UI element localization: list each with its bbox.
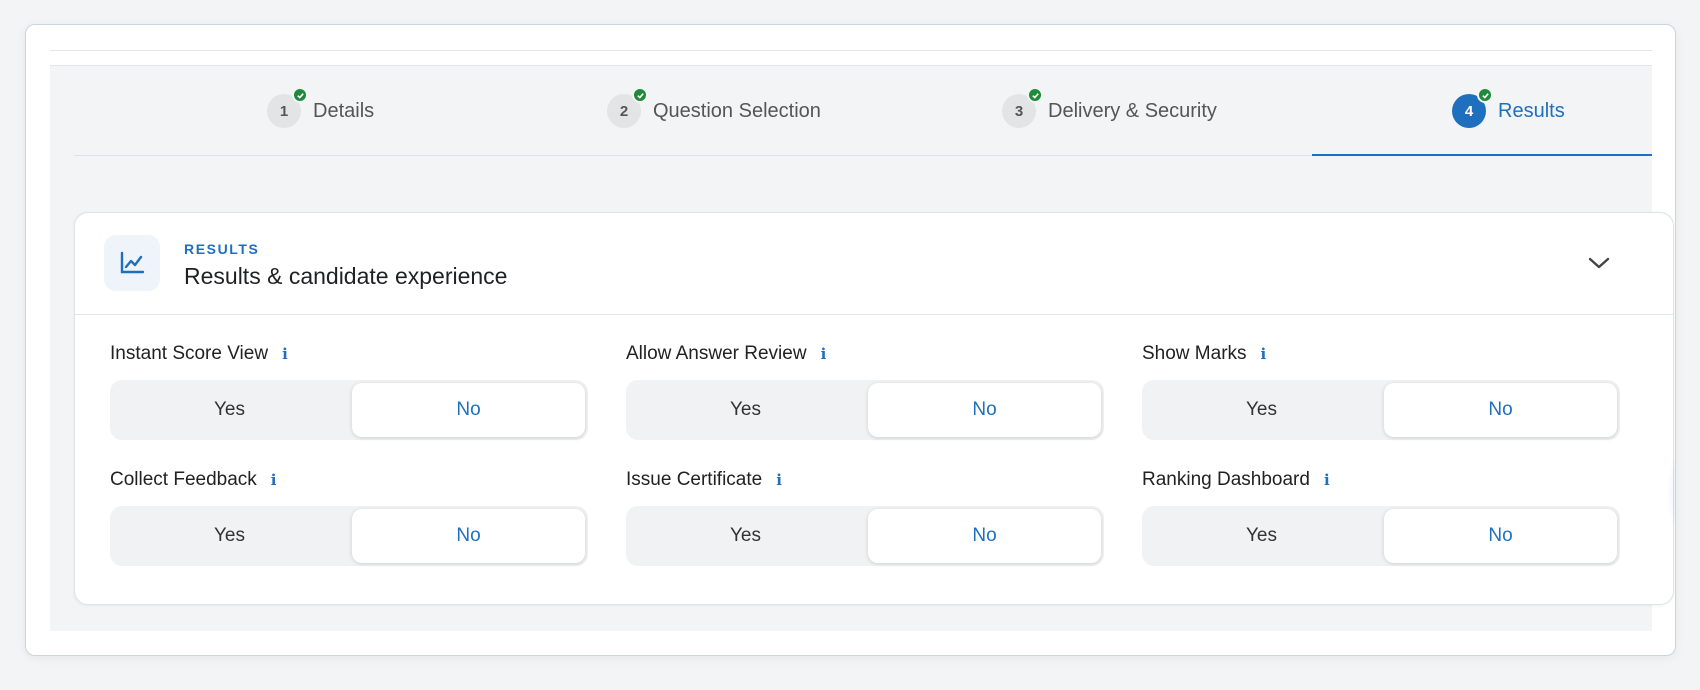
stepper: 1 Details 2 Question Selection 3 Deliver… <box>74 66 1652 156</box>
field-collect-feedback: Collect Feedback i Yes No <box>110 467 588 566</box>
wizard-card: 1 Details 2 Question Selection 3 Deliver… <box>25 24 1676 656</box>
yes-no-toggle: Yes No <box>110 506 588 566</box>
step-details[interactable]: 1 Details <box>267 66 374 156</box>
field-ranking-dashboard: Ranking Dashboard i Yes No <box>1142 467 1620 566</box>
field-label: Instant Score View <box>110 343 269 364</box>
check-icon <box>1477 87 1493 103</box>
option-no[interactable]: No <box>1384 509 1617 563</box>
step-label: Results <box>1498 99 1565 122</box>
yes-no-toggle: Yes No <box>1142 380 1620 440</box>
info-icon[interactable]: i <box>821 345 827 363</box>
field-label: Issue Certificate <box>626 469 763 490</box>
step-label: Question Selection <box>653 99 821 122</box>
option-yes[interactable]: Yes <box>629 383 862 437</box>
field-label: Ranking Dashboard <box>1142 469 1310 490</box>
step-delivery-security[interactable]: 3 Delivery & Security <box>1002 66 1217 156</box>
option-yes[interactable]: Yes <box>113 509 346 563</box>
line-chart-icon <box>104 235 160 291</box>
field-allow-answer-review: Allow Answer Review i Yes No <box>626 341 1104 440</box>
results-section: RESULTS Results & candidate experience I… <box>74 212 1674 605</box>
option-no[interactable]: No <box>1384 383 1617 437</box>
yes-no-toggle: Yes No <box>1142 506 1620 566</box>
scroll-edge-glow <box>1666 438 1675 548</box>
step-number: 1 <box>267 87 308 128</box>
field-label: Allow Answer Review <box>626 343 807 364</box>
yes-no-toggle: Yes No <box>626 380 1104 440</box>
step-label: Details <box>313 99 375 122</box>
section-title: Results & candidate experience <box>184 263 508 289</box>
info-icon[interactable]: i <box>776 471 782 489</box>
field-issue-certificate: Issue Certificate i Yes No <box>626 467 1104 566</box>
check-icon <box>1027 87 1043 103</box>
option-no[interactable]: No <box>352 383 585 437</box>
section-header[interactable]: RESULTS Results & candidate experience <box>75 213 1673 315</box>
step-results[interactable]: 4 Results <box>1452 66 1565 156</box>
section-eyebrow: RESULTS <box>184 241 260 257</box>
divider <box>50 50 1652 51</box>
check-icon <box>292 87 308 103</box>
option-no[interactable]: No <box>352 509 585 563</box>
field-label: Collect Feedback <box>110 469 257 490</box>
field-show-marks: Show Marks i Yes No <box>1142 341 1620 440</box>
option-yes[interactable]: Yes <box>1145 383 1378 437</box>
info-icon[interactable]: i <box>1324 471 1330 489</box>
chevron-down-icon[interactable] <box>1585 251 1613 275</box>
active-step-indicator <box>1312 154 1652 156</box>
step-number: 4 <box>1452 87 1493 128</box>
field-label: Show Marks <box>1142 343 1247 364</box>
wizard-content: 1 Details 2 Question Selection 3 Deliver… <box>50 65 1675 631</box>
step-question-selection[interactable]: 2 Question Selection <box>607 66 821 156</box>
step-number: 3 <box>1002 87 1043 128</box>
info-icon[interactable]: i <box>1261 345 1267 363</box>
option-no[interactable]: No <box>868 383 1101 437</box>
info-icon[interactable]: i <box>282 345 288 363</box>
step-label: Delivery & Security <box>1048 99 1217 122</box>
step-number: 2 <box>607 87 648 128</box>
option-yes[interactable]: Yes <box>629 509 862 563</box>
option-yes[interactable]: Yes <box>1145 509 1378 563</box>
check-icon <box>632 87 648 103</box>
yes-no-toggle: Yes No <box>110 380 588 440</box>
info-icon[interactable]: i <box>271 471 277 489</box>
yes-no-toggle: Yes No <box>626 506 1104 566</box>
option-yes[interactable]: Yes <box>113 383 346 437</box>
field-instant-score-view: Instant Score View i Yes No <box>110 341 588 440</box>
option-no[interactable]: No <box>868 509 1101 563</box>
